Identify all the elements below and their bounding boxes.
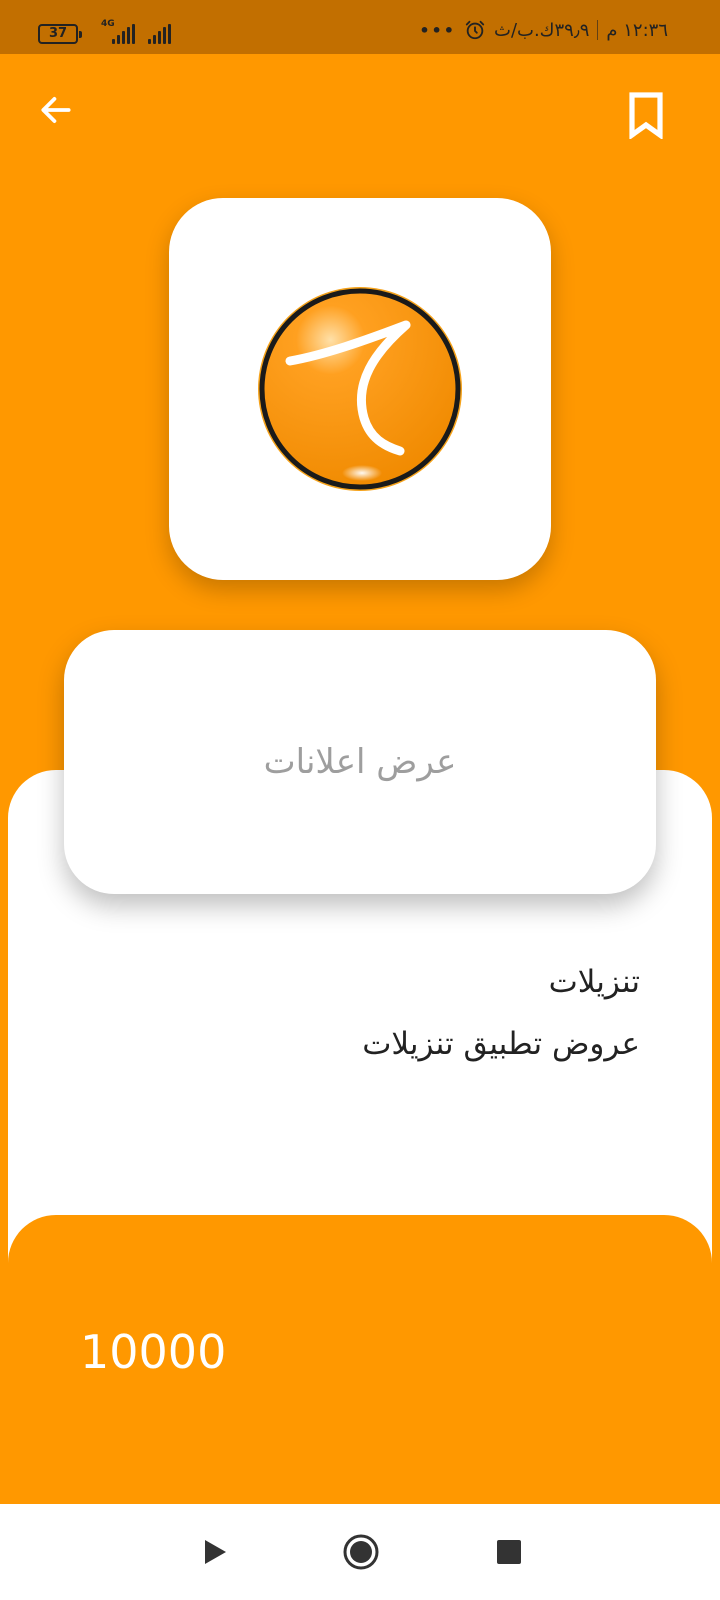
battery-icon: 37 (38, 24, 82, 44)
app-title: تنزيلات (548, 964, 640, 1000)
system-nav-bar (0, 1504, 720, 1600)
recents-square-icon (497, 1540, 521, 1564)
back-button[interactable] (34, 88, 78, 132)
status-right-group: ••• ٣٩٫٩ك.ب/ث ١٢:٣٦ م (419, 18, 668, 42)
show-ads-label: عرض اعلانات (263, 742, 457, 782)
nav-home-button[interactable] (339, 1530, 383, 1574)
home-circle-icon (343, 1534, 379, 1570)
points-panel: 10000 (8, 1215, 712, 1504)
status-bar: 37 4G ••• ٣٩٫٩ك.ب/ث ١٢:٣٦ م (0, 0, 720, 54)
back-triangle-icon (205, 1540, 226, 1564)
more-notifications-dots: ••• (419, 20, 456, 40)
alarm-icon (465, 20, 485, 40)
signal-icon (112, 22, 135, 44)
network-speed: ٣٩٫٩ك.ب/ث (494, 19, 590, 41)
bookmark-icon (629, 92, 663, 139)
nav-recents-button[interactable] (487, 1530, 531, 1574)
app-subtitle: عروض تطبيق تنزيلات (362, 1026, 640, 1062)
show-ads-card[interactable]: عرض اعلانات (64, 630, 656, 894)
app-logo-card (169, 198, 551, 580)
app-description: تنزيلات عروض تطبيق تنزيلات (80, 962, 640, 1064)
app-logo-icon (258, 287, 462, 491)
bookmark-button[interactable] (624, 90, 668, 140)
signal-icon (148, 22, 171, 44)
arrow-left-icon (41, 97, 71, 123)
status-divider (597, 20, 599, 40)
points-value: 10000 (80, 1325, 227, 1379)
clock: ١٢:٣٦ م (606, 19, 668, 41)
nav-back-button[interactable] (193, 1530, 237, 1574)
